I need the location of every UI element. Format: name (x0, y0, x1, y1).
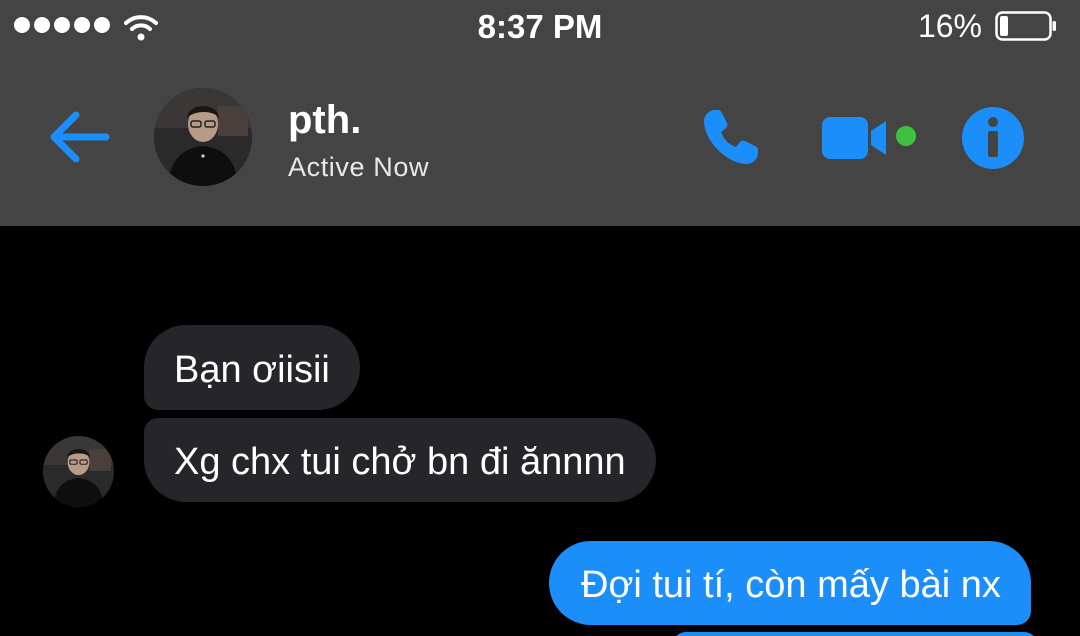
battery-icon (995, 11, 1056, 41)
message-bubble-incoming[interactable]: Xg chx tui chở bn đi ănnnn (144, 418, 656, 502)
messenger-screen: 8:37 PM 16% pth. Active Now Bạn ơiisii X… (0, 0, 1080, 636)
video-camera-icon[interactable] (820, 114, 890, 162)
message-bubble-outgoing[interactable]: Đợi tui tí, còn mấy bài nx (549, 541, 1031, 625)
avatar-photo (154, 88, 252, 186)
battery-percent: 16% (917, 8, 982, 44)
sender-avatar[interactable] (43, 436, 114, 507)
message-bubble-outgoing-partial[interactable] (672, 632, 1038, 636)
top-chrome: 8:37 PM 16% pth. Active Now (0, 0, 1080, 226)
contact-avatar[interactable] (154, 88, 252, 186)
message-bubble-incoming[interactable]: Bạn ơiisii (144, 325, 360, 410)
status-bar: 8:37 PM 16% (0, 0, 1080, 56)
avatar-photo (43, 436, 114, 507)
back-arrow-icon[interactable] (46, 106, 112, 168)
conversation-header: pth. Active Now (0, 56, 1080, 226)
contact-active-status: Active Now (288, 152, 430, 182)
info-icon[interactable] (961, 106, 1025, 170)
message-thread: Bạn ơiisii Xg chx tui chở bn đi ănnnn Đợ… (0, 226, 1080, 636)
video-online-indicator (896, 126, 916, 146)
phone-icon[interactable] (700, 106, 762, 168)
contact-name[interactable]: pth. (288, 98, 361, 143)
